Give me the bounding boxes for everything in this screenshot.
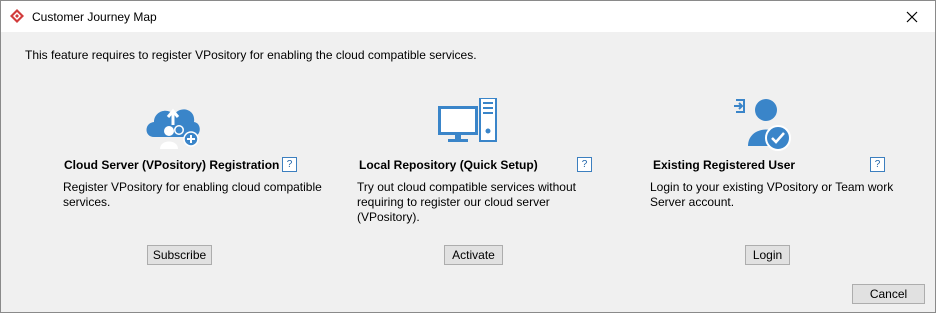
dialog-window: Customer Journey Map This feature requir… bbox=[0, 0, 936, 313]
cancel-button[interactable]: Cancel bbox=[852, 284, 925, 304]
login-button[interactable]: Login bbox=[745, 245, 790, 265]
description-line: Login to your existing VPository or Team… bbox=[650, 180, 894, 194]
description-line: requiring to register our cloud server bbox=[357, 195, 550, 209]
option-description-local-repository: Try out cloud compatible services withou… bbox=[357, 180, 576, 225]
help-icon-cloud-server[interactable]: ? bbox=[282, 157, 297, 172]
cloud-users-icon bbox=[146, 108, 200, 149]
computer-server-icon bbox=[438, 98, 497, 142]
description-line: Register VPository for enabling cloud co… bbox=[63, 180, 322, 194]
user-login-icon bbox=[734, 99, 791, 151]
option-description-existing-user: Login to your existing VPository or Team… bbox=[650, 180, 893, 210]
description-line: services. bbox=[63, 195, 111, 209]
title-bar: Customer Journey Map bbox=[1, 1, 935, 32]
description-line: Server account. bbox=[650, 195, 735, 209]
activate-button[interactable]: Activate bbox=[444, 245, 503, 265]
app-logo-icon bbox=[10, 9, 24, 23]
help-icon-existing-user[interactable]: ? bbox=[870, 157, 885, 172]
option-description-cloud-server: Register VPository for enabling cloud co… bbox=[63, 180, 322, 210]
description-line: (VPository). bbox=[357, 210, 420, 224]
help-icon-local-repository[interactable]: ? bbox=[577, 157, 592, 172]
close-icon bbox=[906, 11, 918, 22]
close-button[interactable] bbox=[889, 1, 935, 32]
window-title: Customer Journey Map bbox=[32, 10, 157, 24]
option-title-local-repository: Local Repository (Quick Setup) bbox=[359, 158, 538, 172]
subscribe-button[interactable]: Subscribe bbox=[147, 245, 212, 265]
intro-text: This feature requires to register VPosit… bbox=[25, 48, 477, 62]
option-title-existing-user: Existing Registered User bbox=[653, 158, 796, 172]
option-title-cloud-server: Cloud Server (VPository) Registration bbox=[64, 158, 280, 172]
description-line: Try out cloud compatible services withou… bbox=[357, 180, 576, 194]
